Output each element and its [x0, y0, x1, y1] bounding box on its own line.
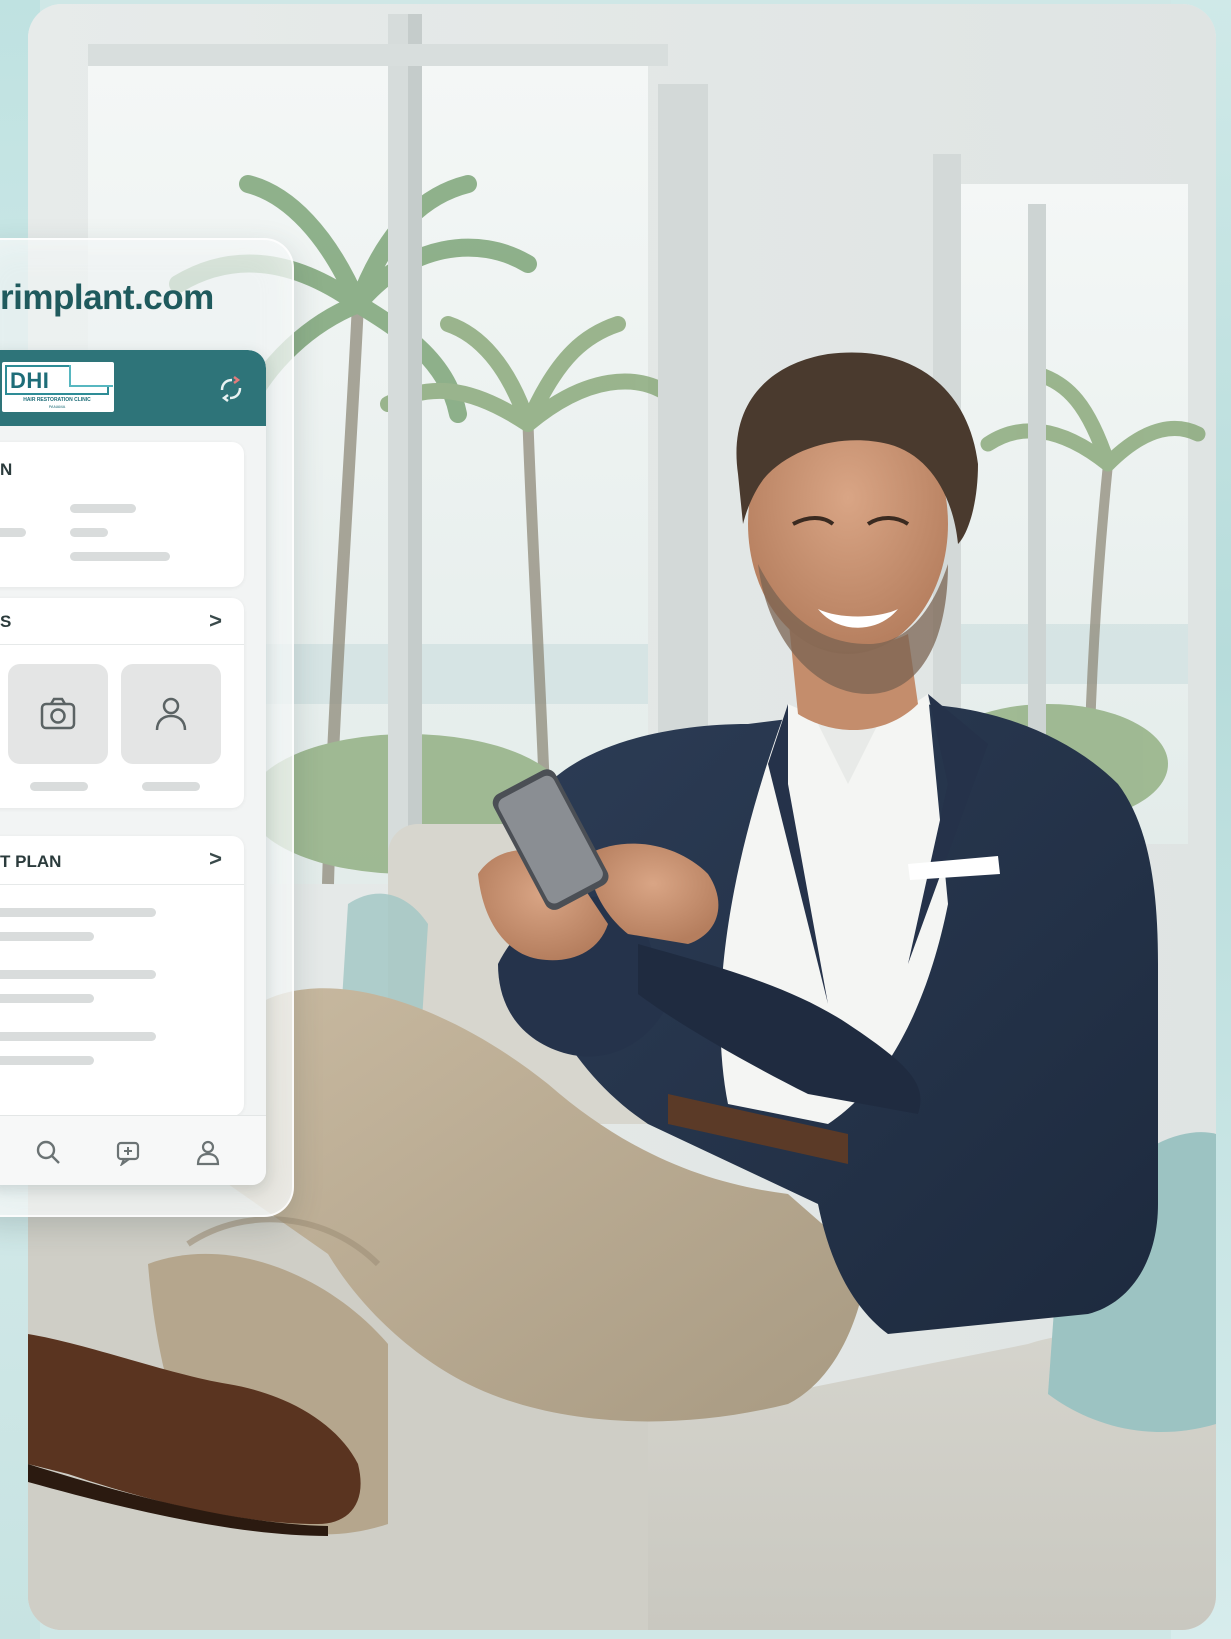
section-2-title: S [0, 612, 12, 631]
placeholder-bar [0, 932, 94, 941]
chevron-right-icon[interactable]: > [209, 608, 222, 634]
profile-icon[interactable] [194, 1138, 222, 1166]
page: rimplant.com DHI HAIR RESTORATION CLINIC… [0, 0, 1231, 1639]
domain-title: rimplant.com [0, 278, 214, 317]
section-card-1[interactable]: N [0, 442, 244, 587]
app-header: DHI HAIR RESTORATION CLINIC PANAMA [0, 350, 266, 426]
phone-app-mockup: DHI HAIR RESTORATION CLINIC PANAMA N S >… [0, 350, 266, 1185]
chat-icon[interactable] [114, 1138, 142, 1166]
logo-square [69, 365, 113, 387]
logo-tagline: HAIR RESTORATION CLINIC [23, 397, 91, 403]
logo-brand: DHI [10, 368, 50, 393]
divider [0, 884, 244, 885]
sync-icon[interactable] [216, 374, 246, 404]
placeholder-bar [0, 1056, 94, 1065]
placeholder-bar [142, 782, 200, 791]
search-icon[interactable] [34, 1138, 62, 1166]
dhi-logo: DHI HAIR RESTORATION CLINIC PANAMA [2, 362, 114, 412]
section-card-3[interactable]: T PLAN > [0, 836, 244, 1116]
bottom-nav [0, 1115, 266, 1185]
user-icon [155, 697, 187, 731]
chevron-right-icon[interactable]: > [209, 846, 222, 872]
placeholder-bar [0, 970, 156, 979]
placeholder-bar [70, 552, 170, 561]
placeholder-bar [0, 994, 94, 1003]
placeholder-bar [0, 908, 156, 917]
gallery-tile[interactable] [8, 664, 108, 764]
placeholder-bar [0, 528, 26, 537]
placeholder-bar [70, 504, 136, 513]
camera-icon [40, 697, 76, 730]
section-3-title: T PLAN [0, 852, 62, 871]
divider [0, 644, 244, 645]
gallery-tile[interactable] [121, 664, 221, 764]
placeholder-bar [70, 528, 108, 537]
logo-location: PANAMA [48, 404, 66, 409]
section-1-title: N [0, 460, 13, 479]
placeholder-bar [0, 1032, 156, 1041]
placeholder-bar [30, 782, 88, 791]
section-card-2[interactable]: S > [0, 598, 244, 808]
logo-frame: DHI [5, 365, 113, 395]
